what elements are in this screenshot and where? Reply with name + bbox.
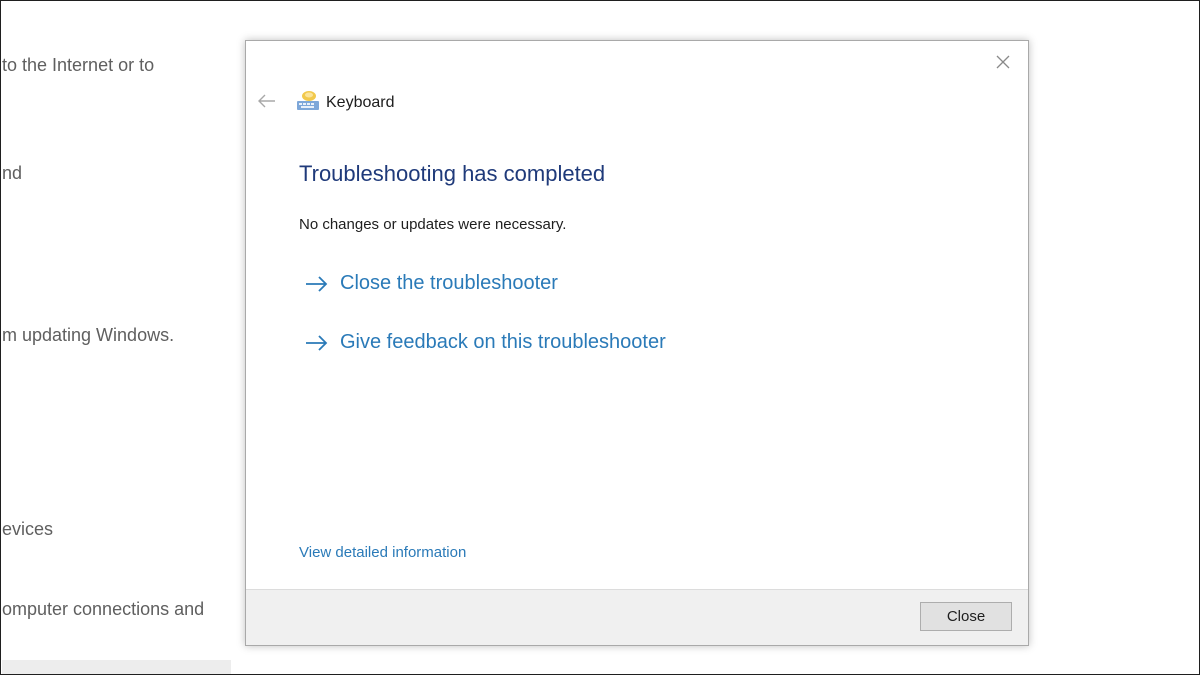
give-feedback-link[interactable]: Give feedback on this troubleshooter xyxy=(304,331,666,354)
bg-text-fragment: nd xyxy=(2,163,23,183)
view-detailed-information-link[interactable]: View detailed information xyxy=(299,544,466,561)
close-troubleshooter-link[interactable]: Close the troubleshooter xyxy=(304,272,558,295)
back-arrow-icon[interactable] xyxy=(256,91,278,111)
bg-text-fragment: to the Internet or to xyxy=(2,55,155,75)
link-label: Close the troubleshooter xyxy=(340,272,558,294)
arrow-right-icon xyxy=(306,334,328,351)
bg-text-fragment: omputer connections and xyxy=(2,599,205,619)
bg-text-fragment: evices xyxy=(2,519,54,539)
status-message: No changes or updates were necessary. xyxy=(299,216,567,233)
status-heading: Troubleshooting has completed xyxy=(299,161,606,186)
troubleshooter-dialog: Keyboard Troubleshooting has completed N… xyxy=(245,40,1029,646)
dialog-footer: Close xyxy=(246,589,1028,645)
keyboard-icon xyxy=(296,89,320,113)
link-label: Give feedback on this troubleshooter xyxy=(340,331,666,353)
bg-text-fragment: m updating Windows. xyxy=(2,325,175,345)
bg-selected-item xyxy=(2,660,231,675)
close-icon[interactable] xyxy=(992,51,1014,73)
dialog-title: Keyboard xyxy=(326,94,395,111)
arrow-right-icon xyxy=(306,275,328,292)
close-button[interactable]: Close xyxy=(920,602,1012,631)
